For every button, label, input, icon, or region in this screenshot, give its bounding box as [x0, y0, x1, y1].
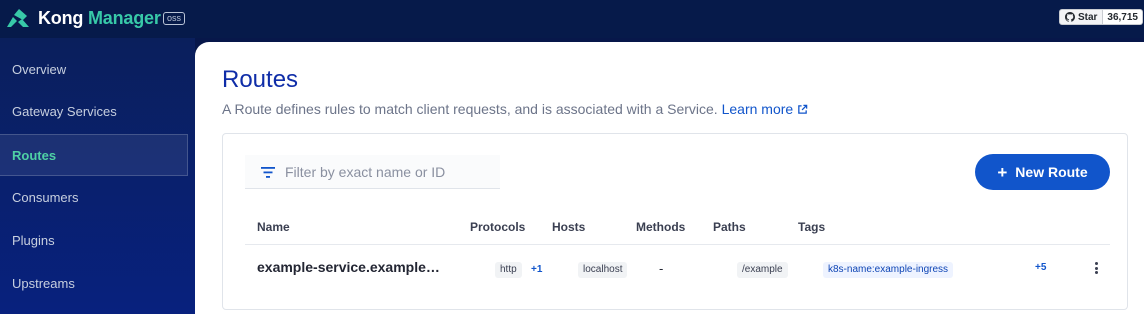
sidebar: Overview Gateway Services Routes Consume…: [0, 38, 195, 314]
top-bar: Kong Manager oss Star 36,715: [0, 0, 1144, 38]
tag-badge: k8s-name:example-ingress: [823, 262, 954, 278]
hosts-cell: localhost: [578, 261, 628, 278]
sidebar-item-consumers[interactable]: Consumers: [0, 177, 188, 219]
learn-more-link[interactable]: Learn more: [722, 101, 809, 117]
main-panel: Routes A Route defines rules to match cl…: [195, 42, 1144, 314]
column-header-hosts: Hosts: [552, 220, 586, 234]
kong-logo-icon[interactable]: [5, 7, 31, 29]
page-title: Routes: [222, 66, 299, 93]
protocols-cell: http +1: [495, 261, 542, 278]
oss-badge: oss: [163, 12, 186, 25]
host-badge: localhost: [578, 262, 628, 278]
column-header-name[interactable]: Name: [257, 220, 290, 234]
paths-cell: /example: [737, 261, 788, 278]
tags-cell: k8s-name:example-ingress: [823, 261, 954, 278]
github-star-label: Star: [1077, 11, 1098, 23]
external-link-icon: [798, 104, 808, 114]
sidebar-item-overview[interactable]: Overview: [0, 49, 188, 91]
filter-input[interactable]: [285, 161, 490, 183]
filter-box[interactable]: [245, 155, 500, 189]
tag-more-badge[interactable]: +5: [1035, 262, 1046, 273]
methods-cell: -: [659, 261, 664, 276]
sidebar-item-upstreams[interactable]: Upstreams: [0, 263, 188, 305]
sidebar-item-routes[interactable]: Routes: [0, 134, 188, 176]
route-name[interactable]: example-service.example…: [257, 259, 442, 275]
learn-more-label: Learn more: [721, 101, 794, 117]
github-star-count[interactable]: 36,715: [1103, 9, 1143, 25]
plus-icon: +: [997, 162, 1008, 182]
new-route-button[interactable]: + New Route: [975, 154, 1110, 190]
column-header-paths: Paths: [713, 220, 746, 234]
protocol-badge: http: [495, 262, 522, 278]
brand-title[interactable]: Kong Manager: [38, 8, 161, 29]
column-header-tags: Tags: [798, 220, 826, 234]
routes-card: + New Route Name Protocols Hosts Methods…: [222, 133, 1128, 310]
filter-icon: [261, 167, 275, 178]
column-header-methods: Methods: [636, 220, 686, 234]
new-route-label: New Route: [1015, 164, 1088, 180]
github-star-button[interactable]: Star: [1058, 9, 1104, 25]
page-description: A Route defines rules to match client re…: [222, 101, 808, 117]
row-actions-icon[interactable]: [1095, 262, 1099, 274]
path-badge: /example: [737, 262, 788, 278]
github-star-widget[interactable]: Star 36,715: [1058, 9, 1143, 25]
page-description-text: A Route defines rules to match client re…: [222, 101, 718, 117]
sidebar-item-gateway-services[interactable]: Gateway Services: [0, 91, 188, 133]
brand-word-manager: Manager: [88, 8, 161, 28]
sidebar-item-plugins[interactable]: Plugins: [0, 220, 188, 262]
table-row[interactable]: example-service.example… http +1 localho…: [245, 245, 1110, 292]
protocol-more-badge[interactable]: +1: [531, 264, 542, 275]
github-icon: [1064, 12, 1075, 22]
brand-word-kong: Kong: [38, 8, 84, 28]
column-header-protocols: Protocols: [470, 220, 526, 234]
